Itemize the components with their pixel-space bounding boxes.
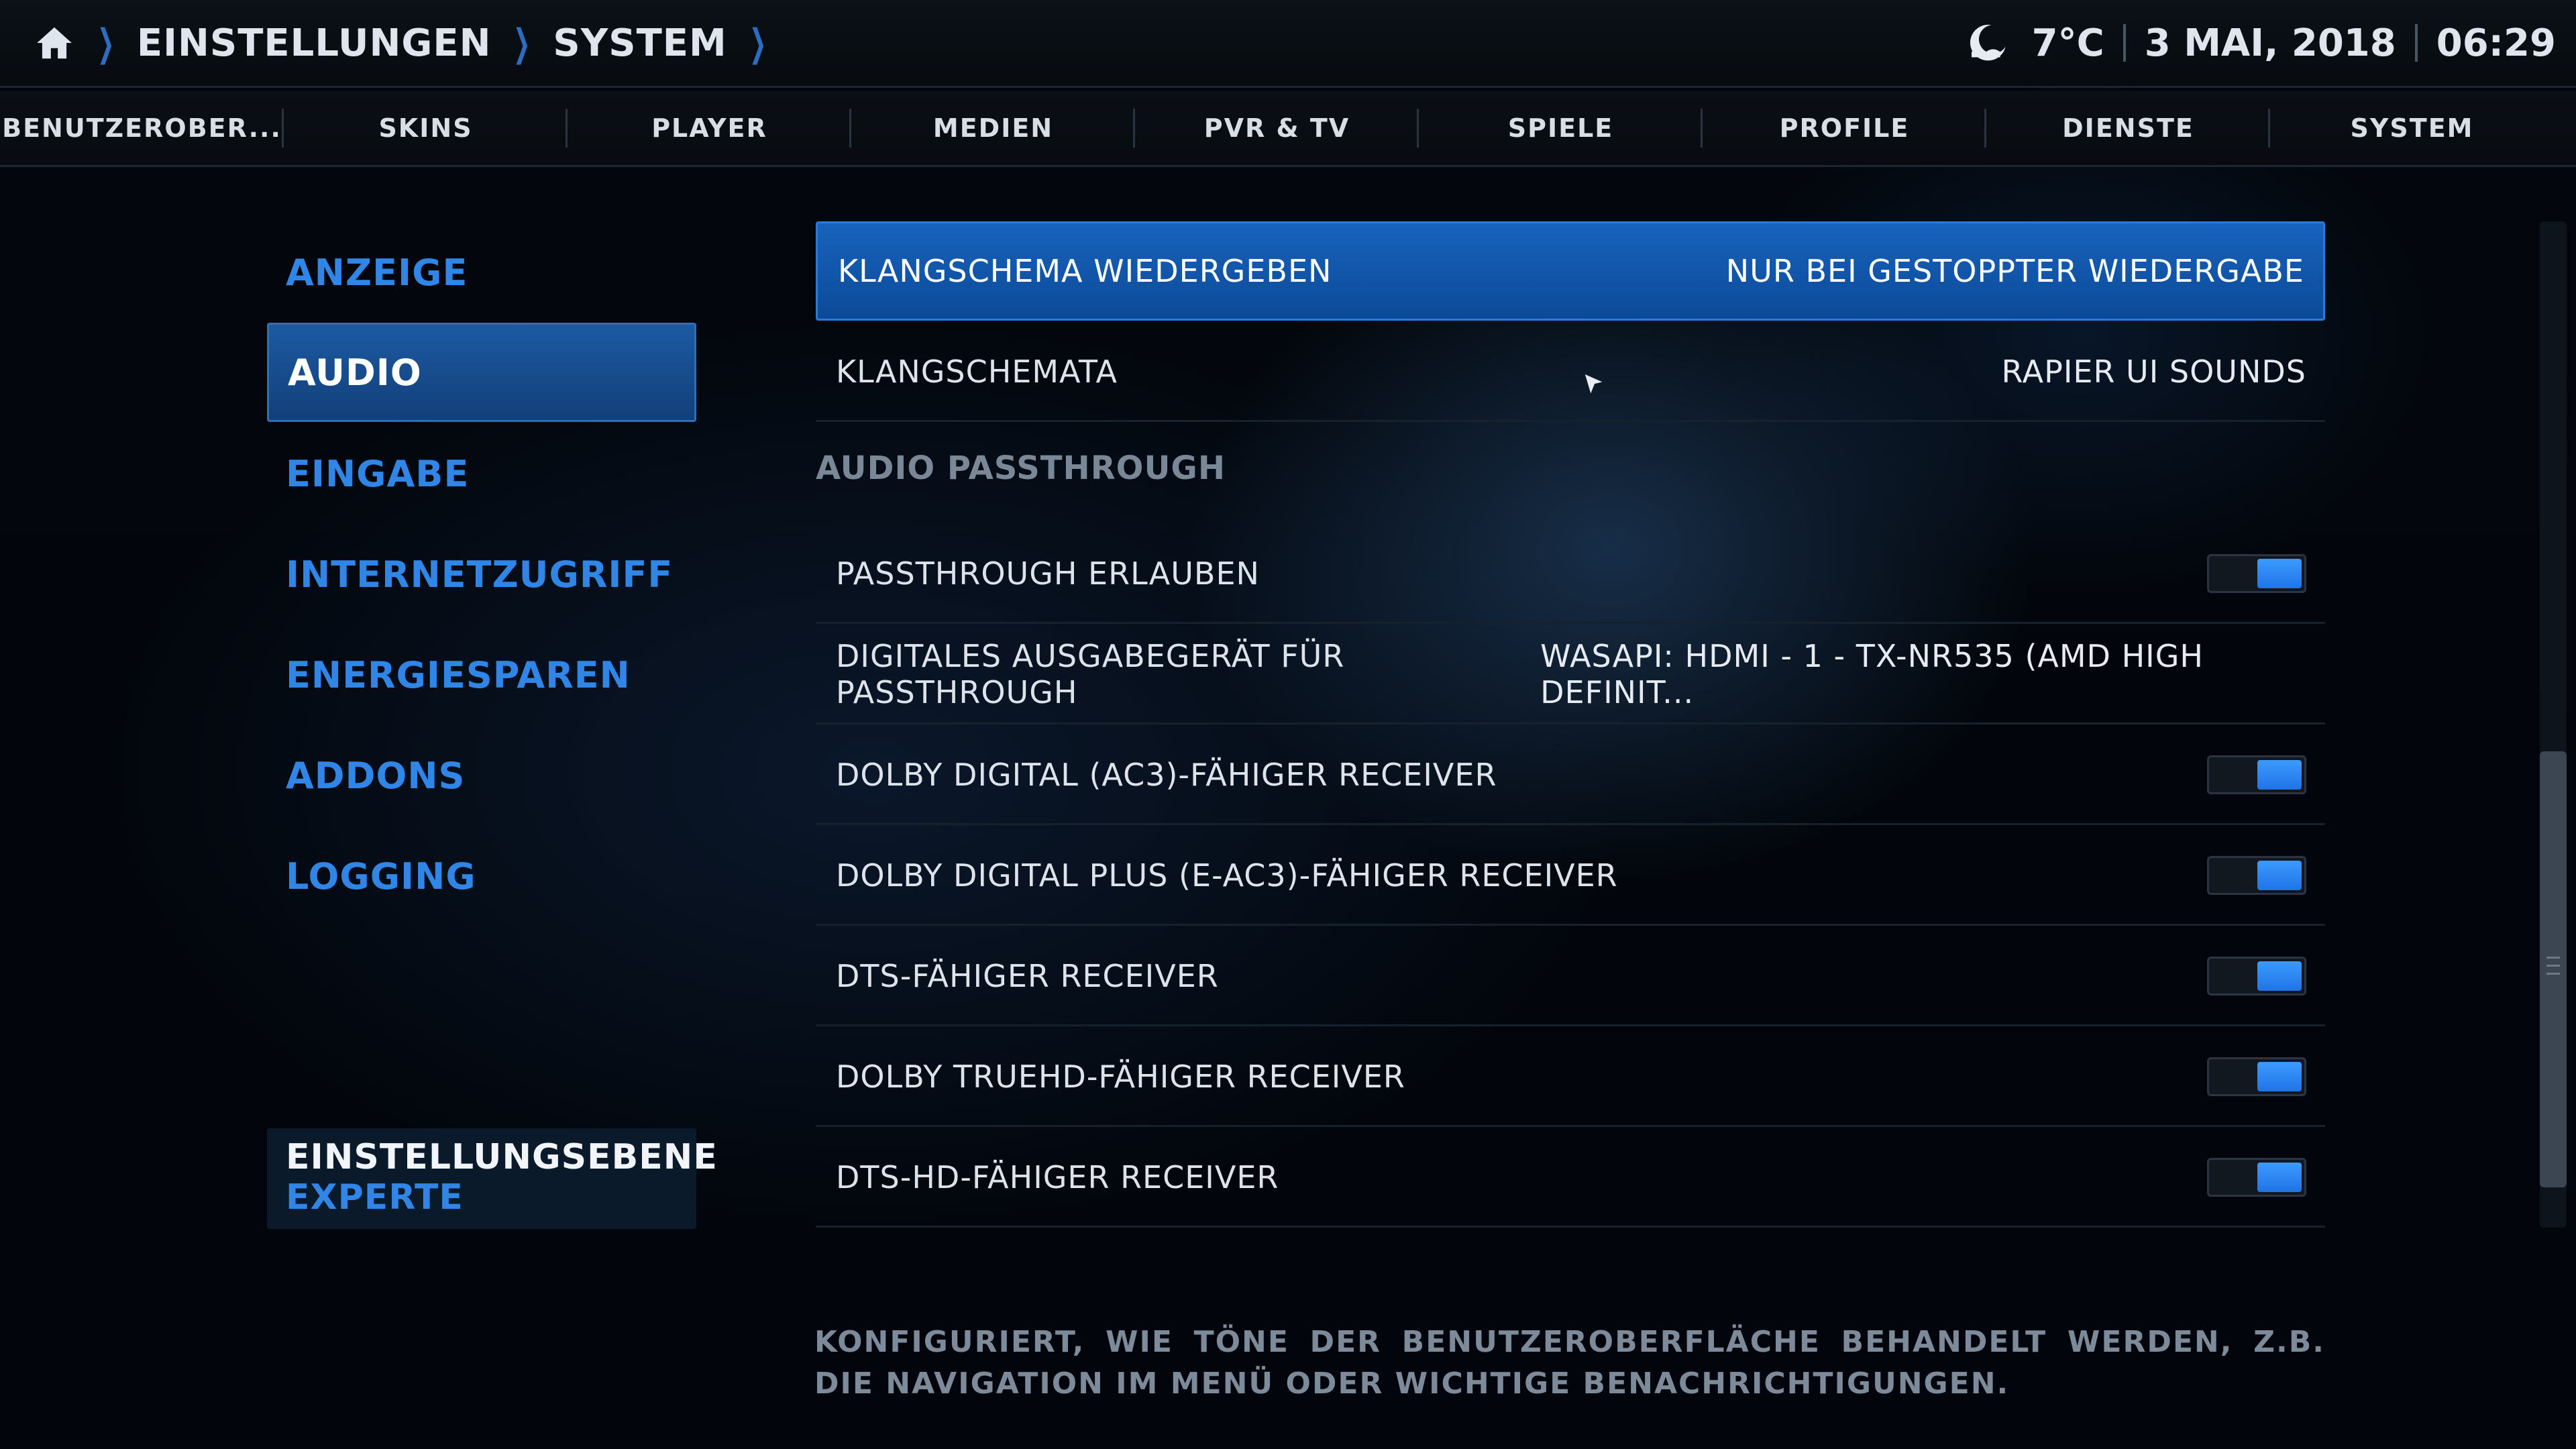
setting-row-dts-receiver[interactable]: DTS-FÄHIGER RECEIVER bbox=[816, 927, 2325, 1026]
setting-label: KLANGSCHEMATA bbox=[836, 353, 1118, 390]
background bbox=[0, 0, 2576, 1449]
setting-label: DTS-FÄHIGER RECEIVER bbox=[836, 957, 1219, 994]
settings-level-button[interactable]: EINSTELLUNGSEBENE EXPERTE bbox=[267, 1128, 718, 1229]
clock: 06:29 bbox=[2436, 21, 2556, 65]
sidebar-item-eingabe[interactable]: EINGABE bbox=[267, 424, 696, 523]
tab-label: SKINS bbox=[378, 113, 473, 143]
toggle-knob bbox=[2257, 860, 2302, 890]
sidebar-item-energiesparen[interactable]: ENERGIESPAREN bbox=[267, 625, 696, 724]
setting-row-allow-passthrough[interactable]: PASSTHROUGH ERLAUBEN bbox=[816, 525, 2325, 624]
setting-value: WASAPI: HDMI - 1 - TX-NR535 (AMD HIGH DE… bbox=[1540, 637, 2204, 710]
tab-label: PVR & TV bbox=[1203, 113, 1350, 143]
setting-value: RAPIER UI SOUNDS bbox=[2001, 353, 2306, 390]
status-divider bbox=[2414, 24, 2418, 62]
sidebar-item-addons[interactable]: ADDONS bbox=[267, 726, 696, 825]
toggle-knob bbox=[2257, 558, 2302, 588]
setting-row-eac3-receiver[interactable]: DOLBY DIGITAL PLUS (E-AC3)-FÄHIGER RECEI… bbox=[816, 826, 2325, 926]
breadcrumb-item[interactable]: EINSTELLUNGEN bbox=[137, 21, 492, 65]
top-bar: ❯ EINSTELLUNGEN ❯ SYSTEM ❯ 7°C 3 MAI, 20… bbox=[0, 0, 2576, 88]
toggle-switch[interactable] bbox=[2207, 553, 2306, 593]
tab-label: SYSTEM bbox=[2350, 113, 2474, 143]
sidebar-item-label: ANZEIGE bbox=[286, 251, 468, 294]
category-tabs: BENUTZEROBER... SKINS PLAYER MEDIEN PVR … bbox=[0, 91, 2576, 167]
tab-label: PROFILE bbox=[1779, 113, 1910, 143]
sidebar-item-label: AUDIO bbox=[288, 351, 422, 394]
breadcrumb: ❯ EINSTELLUNGEN ❯ SYSTEM ❯ bbox=[34, 19, 789, 67]
toggle-knob bbox=[2257, 1061, 2302, 1091]
scrollbar-thumb[interactable] bbox=[2540, 751, 2567, 1187]
sidebar-item-label: INTERNETZUGRIFF bbox=[286, 553, 674, 596]
setting-label: DIGITALES AUSGABEGERÄT FÜR PASSTHROUGH bbox=[836, 637, 1345, 710]
scrollbar-grip bbox=[2546, 957, 2560, 959]
sidebar-item-logging[interactable]: LOGGING bbox=[267, 826, 696, 926]
setting-row-sound-scheme-playback[interactable]: KLANGSCHEMA WIEDERGEBEN NUR BEI GESTOPPT… bbox=[816, 221, 2325, 321]
scrollbar-grip bbox=[2546, 973, 2560, 975]
settings-level-title: EINSTELLUNGSEBENE bbox=[286, 1137, 718, 1177]
tab-medien[interactable]: MEDIEN bbox=[851, 91, 1135, 165]
setting-description: KONFIGURIERT, WIE TÖNE DER BENUTZEROBERF… bbox=[814, 1325, 2325, 1401]
settings-level-value: EXPERTE bbox=[286, 1177, 464, 1218]
scrollbar[interactable] bbox=[2540, 221, 2567, 1228]
sidebar-item-label: LOGGING bbox=[286, 855, 476, 898]
sidebar-item-label: ENERGIESPAREN bbox=[286, 653, 631, 696]
toggle-switch[interactable] bbox=[2207, 1057, 2306, 1096]
tab-spiele[interactable]: SPIELE bbox=[1419, 91, 1703, 165]
breadcrumb-separator-icon: ❯ bbox=[97, 21, 115, 65]
toggle-knob bbox=[2257, 759, 2302, 790]
breadcrumb-item[interactable]: SYSTEM bbox=[553, 21, 727, 65]
toggle-switch[interactable] bbox=[2207, 1157, 2306, 1197]
sidebar-item-internetzugriff[interactable]: INTERNETZUGRIFF bbox=[267, 525, 696, 624]
setting-value: NUR BEI GESTOPPTER WIEDERGABE bbox=[1725, 253, 2304, 289]
section-title-audio-passthrough: AUDIO PASSTHROUGH bbox=[816, 449, 1226, 487]
setting-label: PASSTHROUGH ERLAUBEN bbox=[836, 555, 1260, 592]
toggle-switch[interactable] bbox=[2207, 855, 2306, 895]
tab-label: DIENSTE bbox=[2062, 113, 2194, 143]
breadcrumb-separator-icon: ❯ bbox=[749, 21, 767, 65]
sidebar-item-label: ADDONS bbox=[286, 754, 466, 797]
setting-label: DOLBY DIGITAL (AC3)-FÄHIGER RECEIVER bbox=[836, 756, 1497, 793]
tab-label: PLAYER bbox=[651, 113, 767, 143]
setting-row-ac3-receiver[interactable]: DOLBY DIGITAL (AC3)-FÄHIGER RECEIVER bbox=[816, 726, 2325, 825]
toggle-knob bbox=[2257, 1162, 2302, 1192]
moon-icon bbox=[1970, 24, 2006, 61]
status-divider bbox=[2123, 24, 2126, 62]
setting-row-sound-schemes[interactable]: KLANGSCHEMATA RAPIER UI SOUNDS bbox=[816, 323, 2325, 422]
tab-label: MEDIEN bbox=[932, 113, 1054, 143]
toggle-knob bbox=[2257, 961, 2302, 991]
setting-row-dtshd-receiver[interactable]: DTS-HD-FÄHIGER RECEIVER bbox=[816, 1128, 2325, 1228]
setting-row-truehd-receiver[interactable]: DOLBY TRUEHD-FÄHIGER RECEIVER bbox=[816, 1028, 2325, 1127]
tab-label: SPIELE bbox=[1507, 113, 1614, 143]
tab-system[interactable]: SYSTEM bbox=[2270, 91, 2554, 165]
scrollbar-grip bbox=[2546, 965, 2560, 967]
sidebar-item-label: EINGABE bbox=[286, 452, 470, 495]
mouse-pointer-icon bbox=[1585, 374, 1603, 394]
toggle-switch[interactable] bbox=[2207, 755, 2306, 794]
tab-pvr-tv[interactable]: PVR & TV bbox=[1135, 91, 1419, 165]
tab-benutzeroberflaeche[interactable]: BENUTZEROBER... bbox=[0, 91, 284, 165]
breadcrumb-separator-icon: ❯ bbox=[513, 21, 531, 65]
sidebar-item-anzeige[interactable]: ANZEIGE bbox=[267, 223, 696, 322]
tab-profile[interactable]: PROFILE bbox=[1703, 91, 1986, 165]
toggle-switch[interactable] bbox=[2207, 956, 2306, 996]
home-icon[interactable] bbox=[34, 22, 75, 64]
setting-label: DTS-HD-FÄHIGER RECEIVER bbox=[836, 1159, 1279, 1195]
status-area: 7°C 3 MAI, 2018 06:29 bbox=[1966, 19, 2556, 67]
setting-label: DOLBY TRUEHD-FÄHIGER RECEIVER bbox=[836, 1058, 1405, 1095]
setting-label: DOLBY DIGITAL PLUS (E-AC3)-FÄHIGER RECEI… bbox=[836, 857, 1618, 894]
tab-label: BENUTZEROBER... bbox=[2, 113, 282, 143]
tab-skins[interactable]: SKINS bbox=[284, 91, 568, 165]
setting-row-passthrough-device[interactable]: DIGITALES AUSGABEGERÄT FÜR PASSTHROUGH W… bbox=[816, 625, 2325, 724]
tab-dienste[interactable]: DIENSTE bbox=[1986, 91, 2270, 165]
sidebar-item-audio[interactable]: AUDIO bbox=[267, 323, 696, 422]
tab-player[interactable]: PLAYER bbox=[568, 91, 851, 165]
date: 3 MAI, 2018 bbox=[2144, 21, 2396, 65]
setting-label: KLANGSCHEMA WIEDERGEBEN bbox=[838, 253, 1332, 289]
temperature: 7°C bbox=[2031, 21, 2104, 65]
